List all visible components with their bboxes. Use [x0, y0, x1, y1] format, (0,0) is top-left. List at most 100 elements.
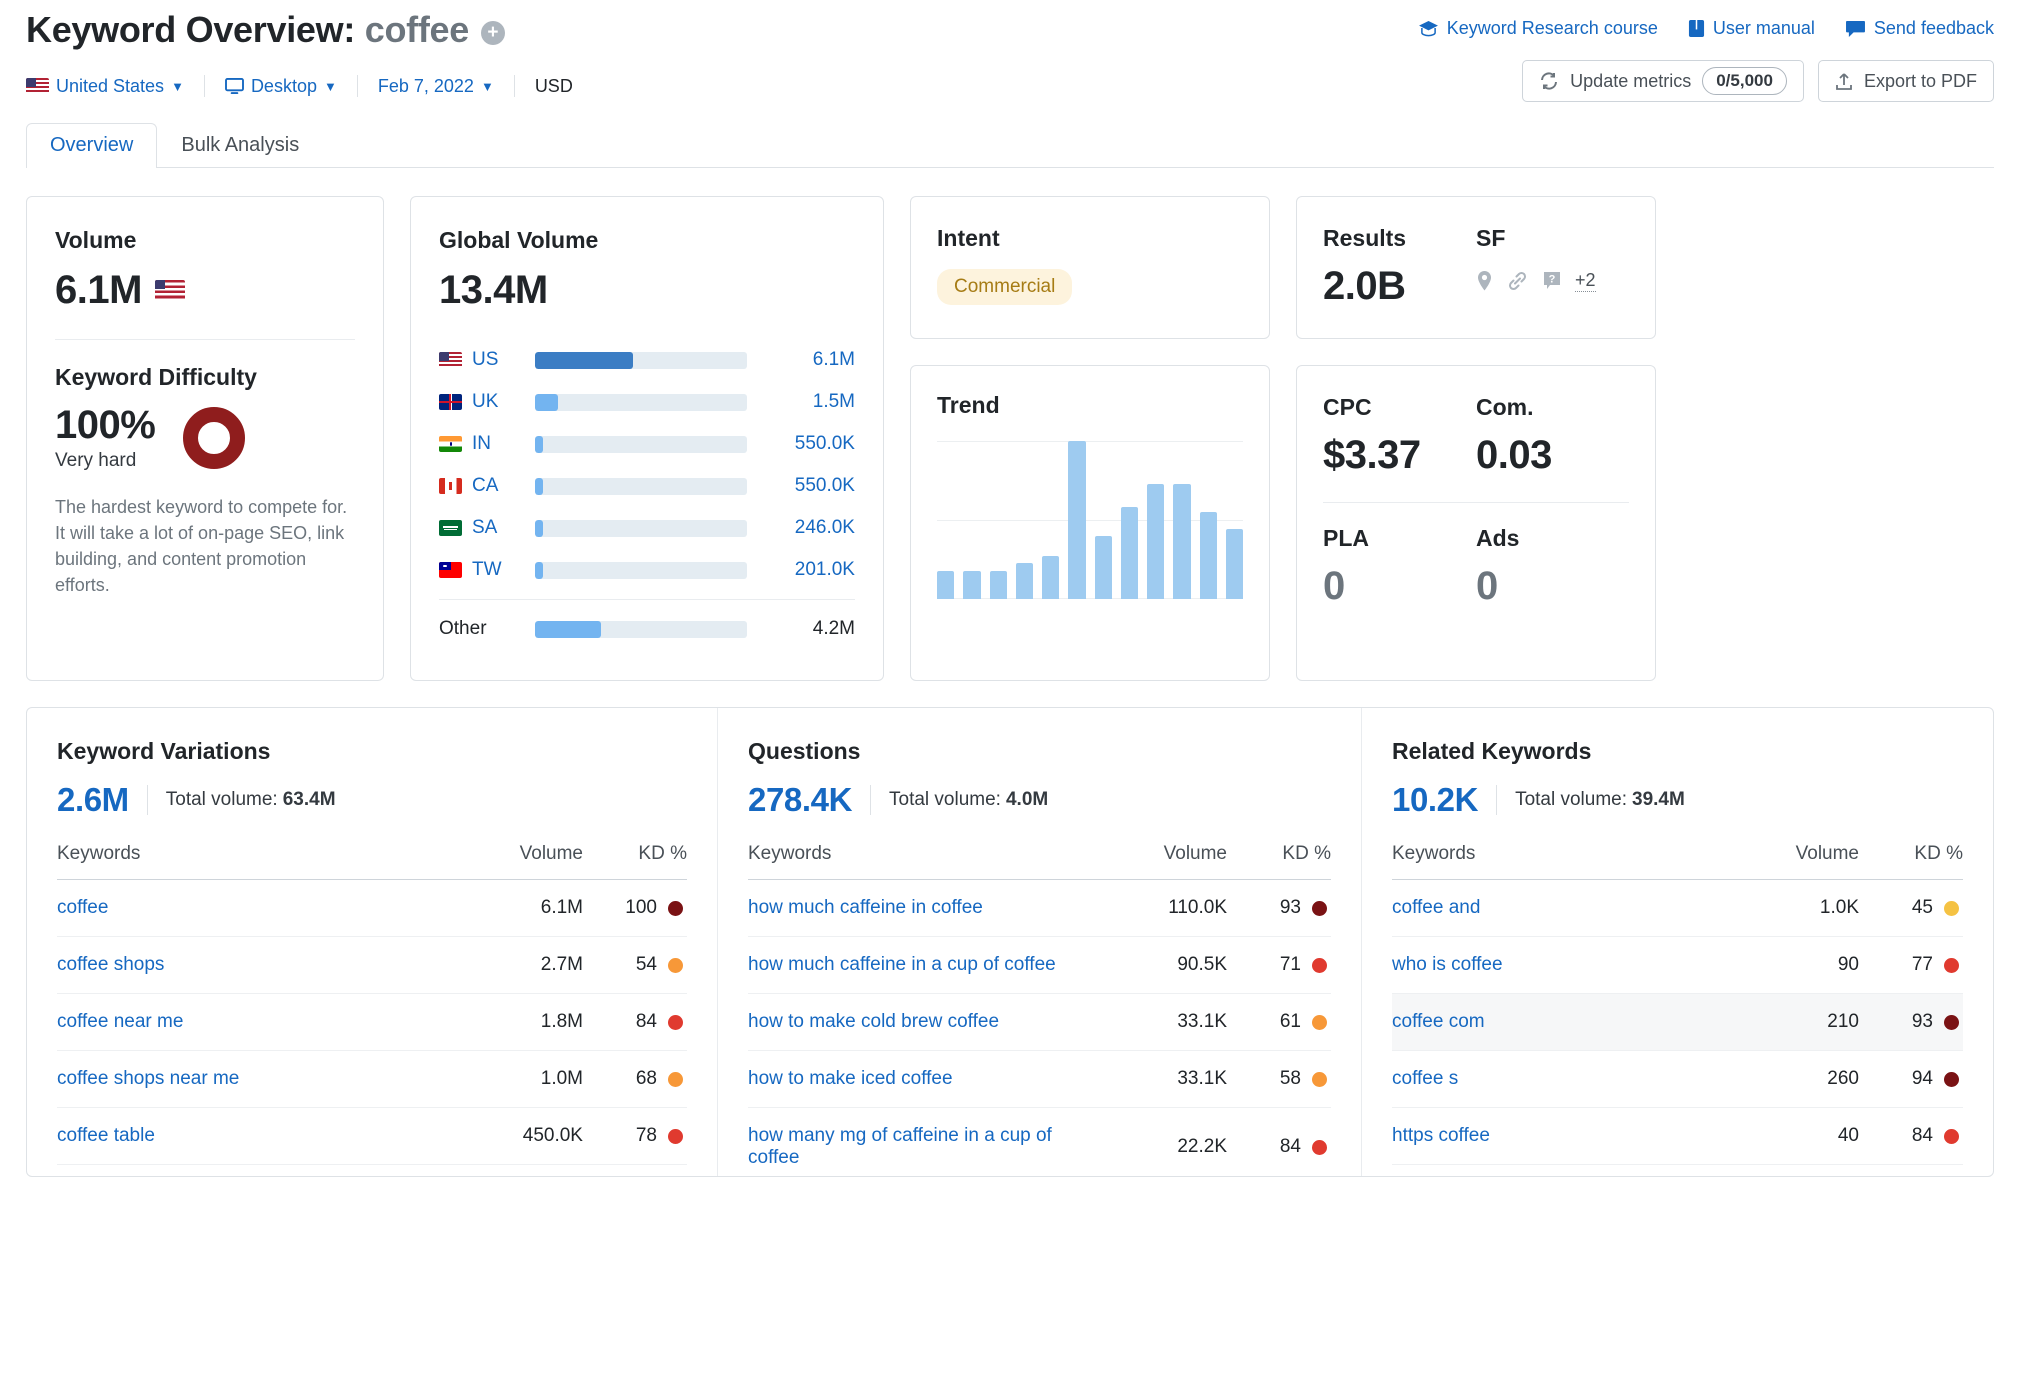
keyword-link[interactable]: how to make iced coffee [748, 1068, 953, 1089]
keyword-link[interactable]: how much caffeine in a cup of coffee [748, 954, 1056, 975]
table-row[interactable]: coffee com 210 93 [1392, 993, 1963, 1051]
tab-overview[interactable]: Overview [26, 123, 158, 168]
global-volume-row[interactable]: UK 1.5M [439, 381, 855, 423]
volume-bar-track [535, 561, 747, 579]
com-label: Com. [1476, 394, 1534, 420]
keyword-cell: how much caffeine in coffee [748, 879, 1087, 937]
keyword-link[interactable]: how much caffeine in coffee [748, 897, 983, 918]
keyword-link[interactable]: coffee and [1392, 897, 1480, 918]
trend-bar[interactable] [1094, 535, 1112, 599]
keyword-difficulty-title: Keyword Difficulty [55, 364, 257, 390]
col-header-keywords[interactable]: Keywords [57, 843, 443, 880]
table-row[interactable]: how much caffeine in coffee 110.0K 93 [748, 879, 1331, 937]
col-header-keywords[interactable]: Keywords [748, 843, 1087, 880]
col-header-volume[interactable]: Volume [1719, 843, 1859, 880]
table-row[interactable]: coffee 6.1M 100 [57, 879, 687, 937]
col-header-kd[interactable]: KD % [583, 843, 687, 880]
map-pin-icon[interactable] [1476, 270, 1493, 292]
trend-bar[interactable] [1120, 507, 1138, 599]
table-count[interactable]: 10.2K [1392, 781, 1478, 819]
table-row[interactable]: who is coffee 90 77 [1392, 936, 1963, 994]
trend-bar[interactable] [1147, 483, 1165, 599]
trend-bar[interactable] [937, 570, 955, 599]
pla-group: PLA 0 [1323, 525, 1476, 609]
trend-bar[interactable] [1199, 512, 1217, 599]
keyword-cell: https coffee [1392, 1107, 1719, 1165]
kd-cell: 71 [1227, 936, 1331, 994]
keyword-link[interactable]: coffee [57, 897, 108, 918]
global-volume-row[interactable]: SA 246.0K [439, 507, 855, 549]
divider [1323, 502, 1629, 503]
send-feedback-link[interactable]: Send feedback [1845, 18, 1994, 39]
trend-bar[interactable] [1173, 483, 1191, 599]
col-header-volume[interactable]: Volume [1087, 843, 1227, 880]
table-row[interactable]: coffee shops 2.7M 54 [57, 936, 687, 994]
col-header-keywords[interactable]: Keywords [1392, 843, 1719, 880]
keyword-link[interactable]: how to make cold brew coffee [748, 1011, 999, 1032]
kd-value: 77 [1911, 954, 1933, 975]
country-selector[interactable]: United States ▼ [26, 76, 184, 97]
kd-value: 84 [1911, 1125, 1933, 1146]
title-keyword: coffee [364, 9, 470, 50]
page-title-text: Keyword Overview: coffee [26, 8, 469, 51]
volume-bar-track [535, 477, 747, 495]
keyword-link[interactable]: how many mg of caffeine in a cup of coff… [748, 1125, 1052, 1168]
country-volume-value: 1.5M [812, 391, 855, 412]
table-row[interactable]: coffee and 1.0K 45 [1392, 879, 1963, 937]
keyword-link[interactable]: coffee near me [57, 1011, 183, 1032]
sf-more-link[interactable]: +2 [1575, 270, 1596, 292]
table-row[interactable]: coffee s 260 94 [1392, 1050, 1963, 1108]
keyword-link[interactable]: coffee shops near me [57, 1068, 239, 1089]
svg-text:?: ? [1549, 274, 1556, 286]
kd-status-dot [1312, 900, 1327, 916]
tab-bulk-analysis[interactable]: Bulk Analysis [157, 123, 323, 168]
table-row[interactable]: coffee shops near me 1.0M 68 [57, 1050, 687, 1108]
table-count[interactable]: 278.4K [748, 781, 852, 819]
keyword-link[interactable]: coffee s [1392, 1068, 1458, 1089]
trend-bar[interactable] [1042, 556, 1060, 599]
intent-badge[interactable]: Commercial [937, 269, 1073, 305]
global-volume-row[interactable]: US 6.1M [439, 339, 855, 381]
plus-circle-icon[interactable]: + [480, 20, 505, 45]
global-volume-row[interactable]: CA 550.0K [439, 465, 855, 507]
table-row[interactable]: how to make iced coffee 33.1K 58 [748, 1050, 1331, 1108]
table-row[interactable]: coffee table 450.0K 78 [57, 1107, 687, 1165]
col-header-kd[interactable]: KD % [1859, 843, 1963, 880]
trend-bar[interactable] [989, 570, 1007, 599]
col-header-kd[interactable]: KD % [1227, 843, 1331, 880]
trend-bar[interactable] [1015, 562, 1033, 599]
kd-value: 93 [1911, 1011, 1933, 1032]
question-box-icon[interactable]: ? [1542, 270, 1562, 292]
global-volume-row[interactable]: TW 201.0K [439, 549, 855, 591]
table-row[interactable]: coffee near me 1.8M 84 [57, 993, 687, 1051]
export-icon [1836, 72, 1852, 90]
export-to-pdf-button[interactable]: Export to PDF [1817, 60, 1994, 102]
keyword-cell: coffee near me [57, 993, 443, 1051]
table-row[interactable]: how many mg of caffeine in a cup of coff… [748, 1107, 1331, 1176]
keyword-link[interactable]: coffee table [57, 1125, 155, 1146]
keyword-link[interactable]: coffee com [1392, 1011, 1485, 1032]
volume-bar-track [535, 393, 747, 411]
global-volume-row[interactable]: IN 550.0K [439, 423, 855, 465]
keyword-link[interactable]: who is coffee [1392, 954, 1503, 975]
device-selector[interactable]: Desktop ▼ [224, 76, 337, 97]
link-icon[interactable] [1506, 270, 1529, 292]
divider [203, 75, 205, 98]
update-metrics-button[interactable]: Update metrics 0/5,000 [1522, 60, 1804, 102]
col-header-volume[interactable]: Volume [443, 843, 583, 880]
kd-cell: 68 [583, 1050, 687, 1108]
trend-bar[interactable] [1068, 441, 1086, 599]
table-count[interactable]: 2.6M [57, 781, 129, 819]
table-row[interactable]: how to make cold brew coffee 33.1K 61 [748, 993, 1331, 1051]
date-selector[interactable]: Feb 7, 2022 ▼ [378, 76, 494, 97]
keyword-link[interactable]: https coffee [1392, 1125, 1490, 1146]
header-links: Keyword Research course User manual Send… [1418, 8, 1994, 39]
trend-bar[interactable] [1225, 529, 1243, 599]
keyword-research-course-link[interactable]: Keyword Research course [1418, 18, 1658, 39]
volume-bar-fill [535, 477, 544, 495]
table-row[interactable]: how much caffeine in a cup of coffee 90.5… [748, 936, 1331, 994]
keyword-link[interactable]: coffee shops [57, 954, 164, 975]
trend-bar[interactable] [963, 570, 981, 599]
user-manual-link[interactable]: User manual [1688, 18, 1815, 39]
table-row[interactable]: https coffee 40 84 [1392, 1107, 1963, 1165]
